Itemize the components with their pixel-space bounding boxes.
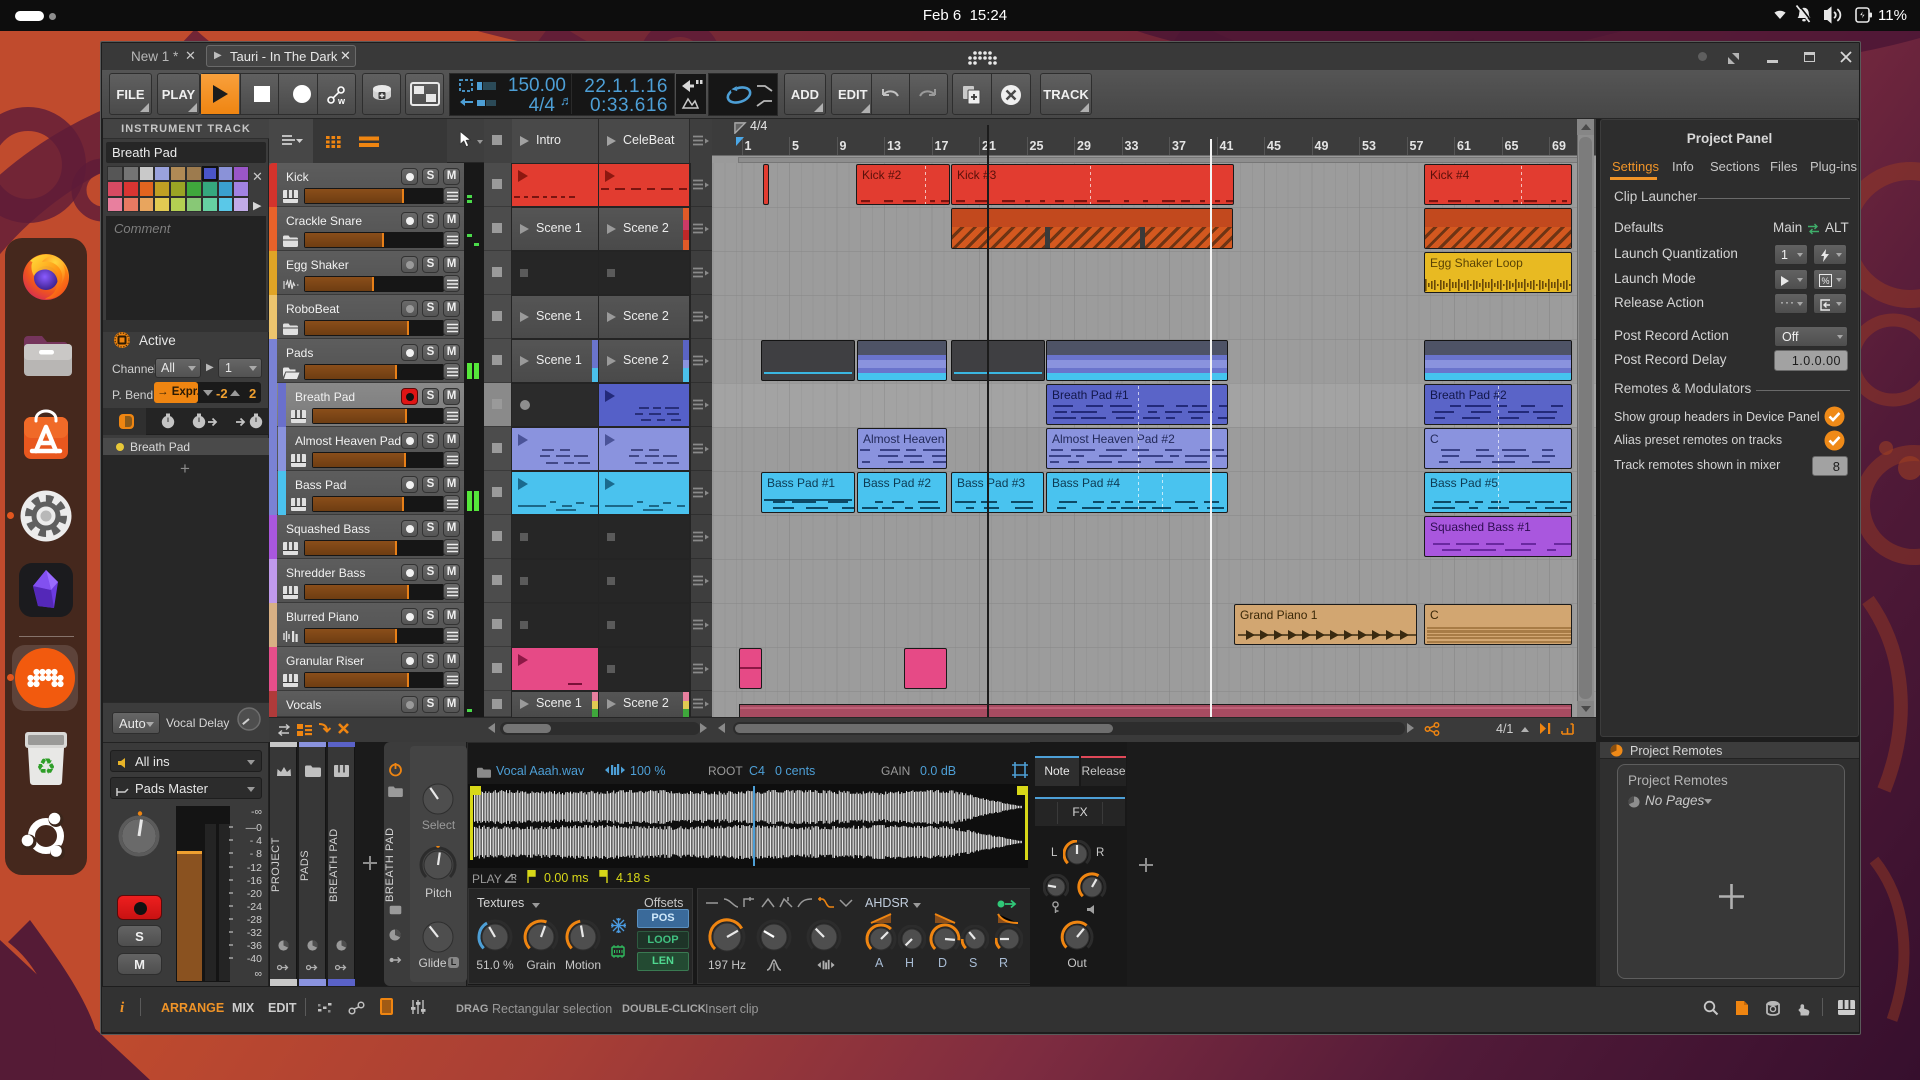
svg-text:♻: ♻ <box>36 754 56 779</box>
svg-text:R: R <box>511 873 517 882</box>
svg-text:w: w <box>337 96 346 106</box>
svg-text:11%: 11% <box>1878 7 1907 24</box>
